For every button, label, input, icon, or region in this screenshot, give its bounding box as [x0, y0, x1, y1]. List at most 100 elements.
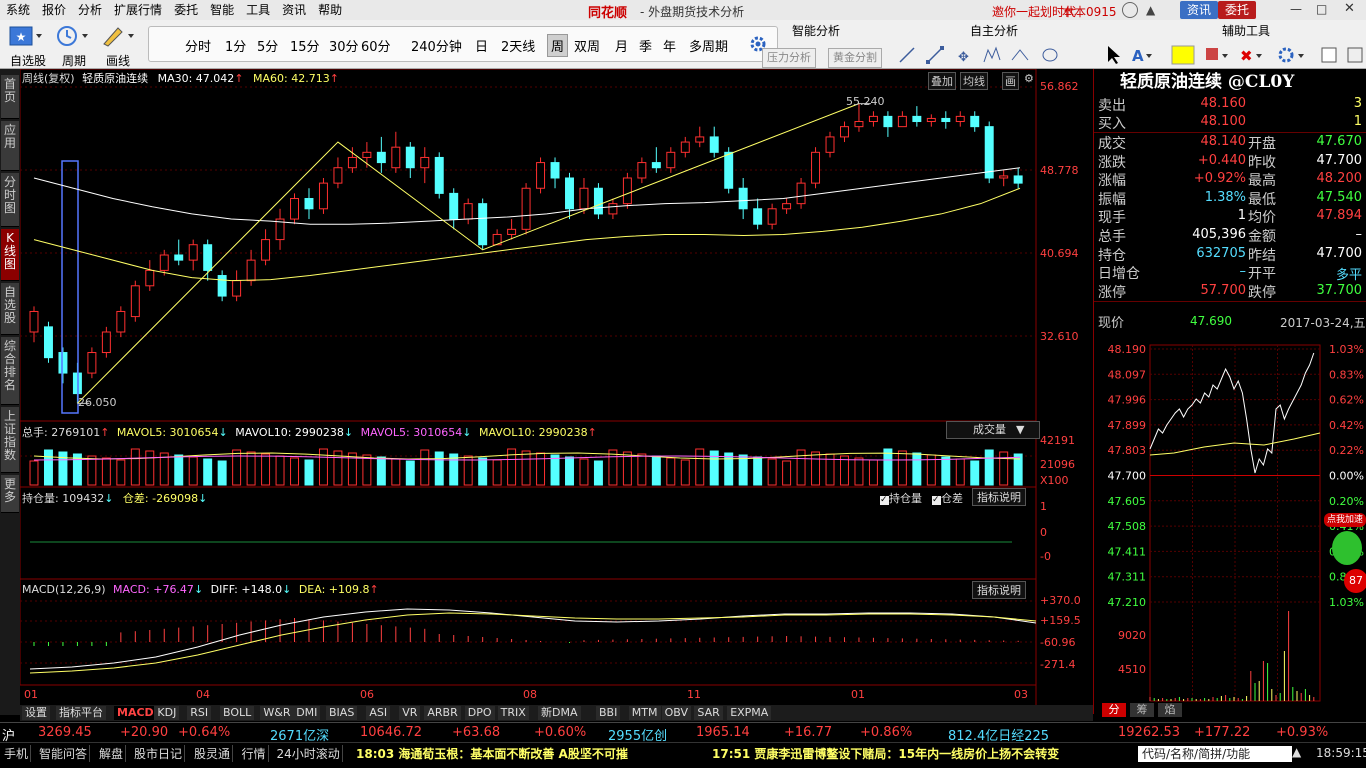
sidebar-item[interactable]: 应用	[1, 121, 19, 171]
indicator-tab[interactable]: BBI	[596, 706, 621, 720]
period-button[interactable]: 240分钟	[411, 36, 462, 55]
news-headline[interactable]: 17:51 贾康李迅雷博鳌设下赌局：15年内一线房价上扬不会转变	[712, 745, 1059, 762]
period-button[interactable]: 1分	[225, 36, 246, 55]
menu-item[interactable]: 工具	[240, 0, 276, 20]
menu-icon[interactable]: ▲	[1292, 745, 1301, 759]
period-button[interactable]: 日	[475, 36, 488, 55]
sidebar-item[interactable]: 更多	[1, 475, 19, 513]
watchlist-tool[interactable]: ★	[8, 24, 52, 50]
maximize-icon[interactable]: □	[1316, 2, 1327, 16]
diff-checkbox[interactable]: ✓仓差	[932, 490, 963, 506]
oi-help-button[interactable]: 指标说明	[972, 488, 1026, 506]
indicator-tab[interactable]: 新DMA	[538, 706, 581, 720]
promo-counter[interactable]: 87	[1344, 569, 1366, 593]
indicator-tab[interactable]: KDJ	[154, 706, 180, 720]
sidebar-item[interactable]: 综合排名	[1, 337, 19, 405]
indicator-tab[interactable]: ASI	[366, 706, 391, 720]
status-item[interactable]: 行情	[240, 745, 269, 762]
period-button[interactable]: 季	[639, 36, 652, 55]
search-input[interactable]: 代码/名称/简拼/功能	[1138, 746, 1292, 762]
indicator-tab[interactable]: TRIX	[497, 706, 529, 720]
menu-item[interactable]: 智能	[204, 0, 240, 20]
indicator-tab[interactable]: DMI	[293, 706, 321, 720]
indicator-tab[interactable]: 设置	[22, 706, 50, 720]
status-item[interactable]: 股市日记	[132, 745, 186, 762]
menu-item[interactable]: 资讯	[276, 0, 312, 20]
ticker-item: +0.64%	[178, 725, 231, 740]
minimize-icon[interactable]: —	[1290, 2, 1302, 16]
indicator-tab[interactable]: W&R	[260, 706, 294, 720]
period-button[interactable]: 2天线	[501, 36, 535, 55]
period-button[interactable]: 双周	[574, 36, 600, 55]
candle-body	[391, 146, 401, 169]
user-nickname[interactable]: 本本0915	[1062, 3, 1117, 20]
indicator-tab[interactable]: SAR	[694, 706, 723, 720]
status-item[interactable]: 解盘	[97, 745, 127, 762]
quote-tab[interactable]: 筹	[1130, 703, 1154, 717]
period-button[interactable]: 15分	[290, 36, 320, 55]
indicator-tab[interactable]: ARBR	[424, 706, 461, 720]
indicator-tab[interactable]: OBV	[661, 706, 691, 720]
overlay-tab[interactable]: 叠加	[928, 72, 956, 90]
sidebar-item[interactable]: 上证指数	[1, 407, 19, 473]
period-button[interactable]: 30分	[329, 36, 359, 55]
mascot-icon[interactable]	[1332, 531, 1362, 565]
sidebar-item[interactable]: 自选股	[1, 283, 19, 335]
period-button[interactable]: 周	[547, 34, 569, 57]
pressure-analysis-button[interactable]: 压力分析	[762, 48, 816, 68]
shirt-icon[interactable]: ▲	[1146, 3, 1155, 17]
close-icon[interactable]: ✕	[1344, 1, 1355, 16]
menu-item[interactable]: 系统	[0, 0, 36, 20]
checkbox-icon[interactable]: ✓	[932, 496, 941, 505]
indicator-tab[interactable]: RSI	[187, 706, 212, 720]
indicator-tab[interactable]: 指标平台	[56, 706, 106, 720]
promo-badge[interactable]: 点我加速	[1324, 513, 1366, 527]
info-button[interactable]: 资讯	[1180, 1, 1219, 19]
volume-bar	[261, 453, 271, 486]
volume-bar	[550, 454, 560, 486]
period-tool[interactable]	[54, 24, 98, 50]
period-button[interactable]: 分时	[185, 36, 211, 55]
quote-tab[interactable]: 焰	[1158, 703, 1182, 717]
draw-tab[interactable]: 画	[1002, 72, 1019, 90]
menu-item[interactable]: 帮助	[312, 0, 348, 20]
indicator-tab[interactable]: EXPMA	[727, 706, 772, 720]
quote-tab[interactable]: 分	[1102, 703, 1126, 717]
settings-icon[interactable]: ⚙	[1024, 72, 1034, 85]
checkbox-icon[interactable]: ✓	[880, 496, 889, 505]
oi-checkbox-label: 持仓量	[889, 492, 922, 505]
macd-help-button[interactable]: 指标说明	[972, 581, 1026, 599]
indicator-tab[interactable]: BOLL	[220, 706, 255, 720]
trade-button[interactable]: 委托	[1218, 1, 1257, 19]
status-item[interactable]: 智能问答	[37, 745, 91, 762]
indicator-tab[interactable]: MACD	[114, 706, 157, 720]
status-item[interactable]: 24小时滚动	[275, 745, 343, 762]
indicator-tab[interactable]: BIAS	[326, 706, 358, 720]
period-button[interactable]: 5分	[257, 36, 278, 55]
news-headline[interactable]: 18:03 海通荀玉根：基本面不断改善 A股坚不可摧	[356, 745, 628, 762]
menu-item[interactable]: 扩展行情	[108, 0, 168, 20]
period-button[interactable]: 60分	[361, 36, 391, 55]
menu-item[interactable]: 报价	[36, 0, 72, 20]
period-button[interactable]: 月	[615, 36, 628, 55]
volume-bar	[695, 448, 705, 486]
menu-item[interactable]: 委托	[168, 0, 204, 20]
sidebar-item[interactable]: 首页	[1, 75, 19, 119]
ma-tab[interactable]: 均线	[960, 72, 988, 90]
drawline-tool[interactable]	[100, 24, 144, 50]
oi-checkbox[interactable]: ✓持仓量	[880, 490, 922, 506]
status-item[interactable]: 手机	[2, 745, 32, 762]
sidebar-item[interactable]: K线图	[1, 229, 19, 281]
high-marker: 55.240	[846, 95, 885, 108]
period-button[interactable]: 年	[663, 36, 676, 55]
indicator-tab[interactable]: VR	[399, 706, 421, 720]
menu-item[interactable]: 分析	[72, 0, 108, 20]
volume-selector[interactable]: 成交量 ▼	[946, 421, 1040, 439]
sidebar-item[interactable]: 分时图	[1, 173, 19, 227]
user-icon[interactable]	[1122, 2, 1138, 18]
golden-section-button[interactable]: 黄金分割	[828, 48, 882, 68]
indicator-tab[interactable]: MTM	[628, 706, 661, 720]
indicator-tab[interactable]: DPO	[464, 706, 495, 720]
status-item[interactable]: 股灵通	[192, 745, 234, 762]
period-button[interactable]: 多周期	[689, 36, 728, 55]
